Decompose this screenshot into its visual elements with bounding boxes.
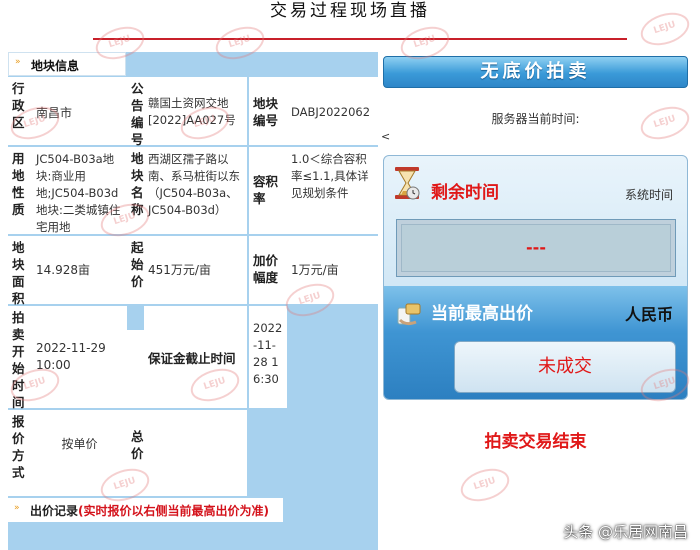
auction-status-panel: 剩余时间 系统时间 --- 当前最高出价 人民币 未成交 — [383, 155, 688, 400]
increment-value: 1万元/亩 — [287, 236, 378, 304]
currency-label: 人民币 — [624, 305, 673, 324]
parcel-name-value: 西湖区孺子路以南、系马桩街以东（JC504-B03a、JC504-B03d） — [144, 147, 247, 234]
bid-record-header[interactable]: » 出价记录(实时报价以右侧当前最高出价为准) — [8, 498, 283, 522]
start-price-value: 451万元/亩 — [144, 236, 247, 304]
deposit-deadline-label: 保证金截止时间 — [144, 306, 247, 408]
quote-method-value: 按单价 — [32, 410, 127, 496]
auction-start-label: 拍卖开始时间 — [8, 306, 32, 410]
title-divider — [93, 38, 627, 40]
bid-record-note: (实时报价以右侧当前最高出价为准) — [78, 504, 269, 518]
area-label: 地块面积 — [8, 236, 32, 306]
land-use-value: JC504-B03a地块:商业用地;JC504-B03d地块:二类城镇住宅用地 — [32, 147, 127, 234]
bid-record-list — [8, 522, 378, 550]
far-label: 容积率 — [249, 147, 287, 234]
far-value: 1.0＜综合容积率≤1.1,具体详见规划条件 — [287, 147, 378, 234]
highest-bid-label: 当前最高出价 — [431, 304, 533, 324]
increment-label: 加价幅度 — [249, 236, 287, 304]
land-use-label: 用地性质 — [8, 147, 32, 234]
watermark-logo: LEJU — [456, 463, 514, 507]
server-time-label: 服务器当前时间: — [491, 112, 580, 126]
blank-cell — [127, 330, 144, 408]
stray-mark: < — [381, 130, 391, 143]
total-price-label: 总价 — [127, 410, 144, 496]
block-info-header: » 地块信息 — [8, 52, 126, 76]
bid-hand-icon — [397, 303, 421, 326]
deposit-deadline-value: 2022-11-28 16:30 — [249, 306, 287, 408]
quote-method-label: 报价方式 — [8, 410, 32, 496]
parcel-name-label: 地块名称 — [127, 147, 144, 234]
area-value: 14.928亩 — [32, 236, 127, 304]
district-value: 南昌市 — [32, 77, 127, 145]
auction-type-banner: 无底价拍卖 — [383, 56, 688, 88]
chevron-right-icon: » — [14, 503, 20, 513]
bid-record-label: 出价记录 — [30, 504, 79, 518]
block-info-title: 地块信息 — [31, 59, 80, 73]
countdown-display: --- — [396, 219, 676, 277]
notice-value: 赣国土资网交地[2022]AA027号 — [144, 77, 247, 145]
total-price-value — [144, 410, 247, 496]
district-label: 行政区 — [8, 77, 32, 145]
parcel-no-label: 地块编号 — [249, 77, 287, 145]
system-time-label: 系统时间 — [624, 188, 673, 202]
start-price-label: 起始价 — [127, 236, 144, 304]
hourglass-icon — [395, 167, 420, 200]
auction-ended-text: 拍卖交易结束 — [484, 432, 587, 452]
chevron-right-icon: » — [15, 57, 21, 67]
countdown-value: --- — [401, 224, 671, 272]
deal-status-value: 未成交 — [454, 341, 676, 393]
remaining-time-label: 剩余时间 — [431, 183, 499, 203]
notice-label: 公告编号 — [127, 77, 144, 147]
parcel-no-value: DABJ2022062 — [287, 77, 378, 145]
auction-start-value: 2022-11-29 10:00 — [32, 306, 127, 408]
source-credit: 头条 @乐居网南昌 — [563, 523, 688, 541]
page-title: 交易过程现场直播 — [270, 1, 430, 21]
